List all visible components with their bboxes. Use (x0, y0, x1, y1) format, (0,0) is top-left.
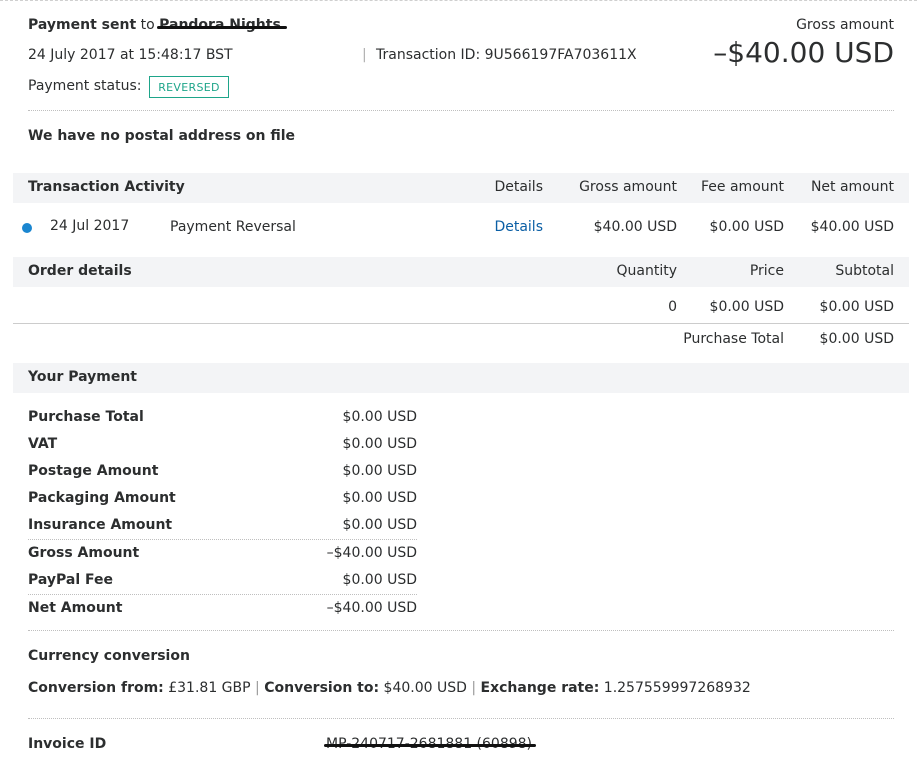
conversion-to-label: Conversion to: (264, 680, 380, 696)
transaction-id-label: Transaction ID: (376, 47, 481, 63)
payment-row-value: –$40.00 USD (326, 600, 417, 616)
divider (28, 630, 894, 631)
exchange-rate-label: Exchange rate: (480, 680, 600, 696)
col-quantity: Quantity (616, 263, 678, 279)
payment-row-value: $0.00 USD (342, 517, 417, 533)
purchase-total-value: $0.00 USD (819, 331, 894, 347)
redaction-mark (324, 744, 537, 747)
payment-row-label: VAT (28, 436, 58, 452)
activity-fee: $0.00 USD (709, 219, 784, 235)
purchase-total-label: Purchase Total (683, 331, 784, 347)
transaction-id-line: Transaction ID: 9U566197FA703611X (376, 47, 637, 63)
postal-address-note: We have no postal address on file (28, 128, 296, 144)
order-subtotal: $0.00 USD (819, 299, 894, 315)
payment-sent-label: Payment sent (28, 17, 137, 33)
exchange-rate-value: 1.257559997268932 (603, 680, 751, 696)
transaction-activity-title: Transaction Activity (28, 179, 185, 195)
conversion-from-value: £31.81 GBP (168, 680, 251, 696)
to-label: to (140, 17, 155, 33)
invoice-id-redacted: MP-240717-2681881 (60898) (324, 736, 537, 752)
payment-row-label: Net Amount (28, 600, 123, 616)
order-quantity: 0 (668, 299, 677, 315)
divider (28, 718, 894, 719)
order-details-title: Order details (28, 263, 132, 279)
activity-date: 24 Jul 2017 (50, 218, 130, 234)
conversion-to-value: $40.00 USD (383, 680, 467, 696)
status-badge: REVERSED (149, 76, 229, 98)
invoice-id-value-wrap: MP-240717-2681881 (60898) (324, 736, 537, 752)
col-gross-amount: Gross amount (579, 179, 677, 195)
recipient-text: Pandora Nights (159, 17, 281, 33)
payment-row-value: $0.00 USD (342, 572, 417, 588)
details-link[interactable]: Details (494, 219, 543, 235)
order-price: $0.00 USD (709, 299, 784, 315)
recipient-name: Pandora Nights (157, 17, 287, 33)
col-fee-amount: Fee amount (701, 179, 784, 195)
order-divider (13, 323, 909, 324)
payment-row-value: $0.00 USD (342, 436, 417, 452)
conversion-line: Conversion from: £31.81 GBP | Conversion… (28, 680, 751, 696)
col-price: Price (749, 263, 784, 279)
conversion-separator: | (255, 680, 260, 696)
conversion-separator: | (471, 680, 477, 696)
top-dashed-border (0, 0, 917, 1)
payment-row-label: Postage Amount (28, 463, 159, 479)
redaction-mark (157, 26, 287, 29)
payment-row-value: $0.00 USD (342, 409, 417, 425)
payment-row-label: Gross Amount (28, 545, 140, 561)
payment-row-label: PayPal Fee (28, 572, 114, 588)
activity-gross: $40.00 USD (593, 219, 677, 235)
payment-datetime: 24 July 2017 at 15:48:17 BST (28, 47, 233, 63)
activity-dot-icon (22, 223, 32, 233)
invoice-id-label: Invoice ID (28, 736, 107, 752)
col-subtotal: Subtotal (835, 263, 894, 279)
activity-type: Payment Reversal (170, 219, 296, 235)
conversion-from-label: Conversion from: (28, 680, 164, 696)
payment-sent-line: Payment sent to Pandora Nights (28, 17, 287, 33)
payment-divider (28, 539, 417, 540)
activity-net: $40.00 USD (810, 219, 894, 235)
gross-amount-value: –$40.00 USD (713, 36, 894, 69)
currency-conversion-title: Currency conversion (28, 648, 190, 664)
payment-status-label: Payment status: (28, 78, 142, 94)
col-details: Details (494, 179, 543, 195)
your-payment-title: Your Payment (28, 369, 137, 385)
payment-row-value: –$40.00 USD (326, 545, 417, 561)
id-separator: | (362, 47, 367, 63)
payment-row-value: $0.00 USD (342, 490, 417, 506)
divider (28, 110, 894, 111)
payment-row-label: Insurance Amount (28, 517, 173, 533)
payment-row-label: Packaging Amount (28, 490, 176, 506)
payment-row-value: $0.00 USD (342, 463, 417, 479)
payment-divider (28, 594, 417, 595)
your-payment-header (13, 363, 909, 393)
gross-amount-label: Gross amount (796, 17, 894, 33)
payment-row-label: Purchase Total (28, 409, 144, 425)
col-net-amount: Net amount (810, 179, 894, 195)
transaction-id: 9U566197FA703611X (484, 47, 637, 63)
